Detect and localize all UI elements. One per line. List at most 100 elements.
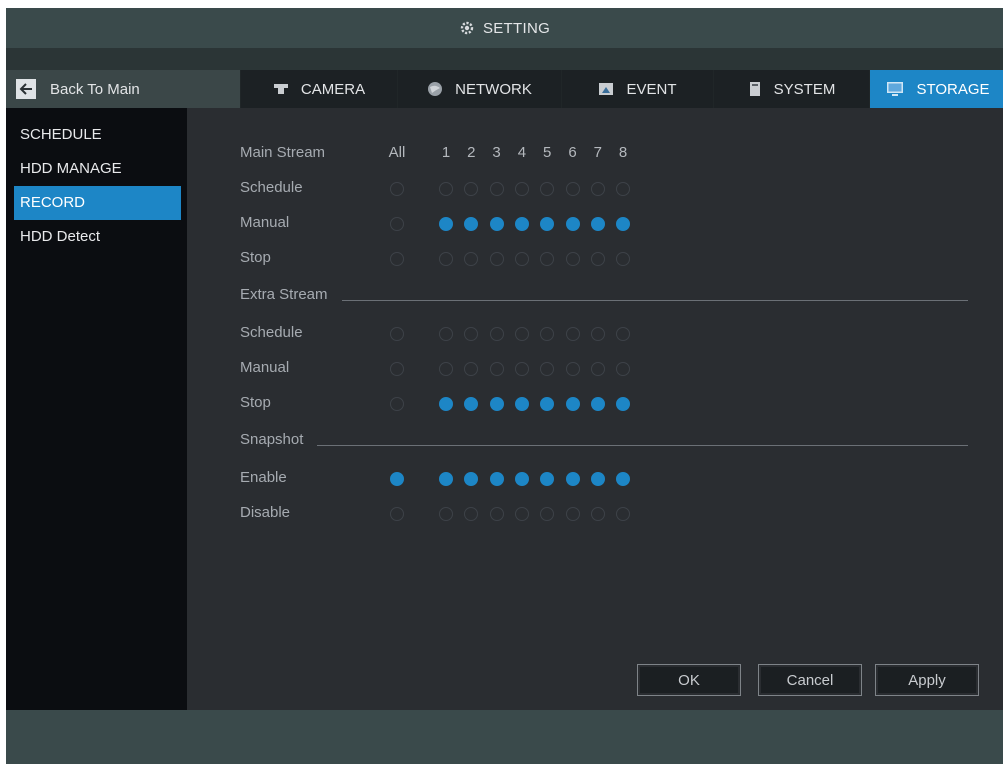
main-stream-schedule-ch6-radio[interactable] [565, 182, 580, 196]
snapshot-disable-ch5-radio[interactable] [540, 507, 555, 521]
extra-stream-manual-ch8-radio[interactable] [616, 362, 631, 376]
globe-icon [427, 81, 443, 97]
snapshot-disable-ch4-radio[interactable] [514, 507, 529, 521]
sidebar-item-schedule[interactable]: SCHEDULE [6, 118, 187, 152]
tab-system[interactable]: SYSTEM [713, 70, 869, 108]
main-stream-stop-ch8-radio[interactable] [616, 252, 631, 266]
snapshot-disable-ch6-radio[interactable] [565, 507, 580, 521]
extra-stream-manual-ch3-radio[interactable] [489, 362, 504, 376]
snapshot-disable-ch7-radio[interactable] [590, 507, 605, 521]
snapshot-enable-ch2-radio[interactable] [464, 472, 479, 486]
tab-event-label: EVENT [626, 80, 677, 98]
snapshot-disable-ch8-radio[interactable] [616, 507, 631, 521]
extra-stream-stop-ch2-radio[interactable] [464, 397, 479, 411]
main-stream-manual-ch1-radio[interactable] [439, 217, 453, 231]
extra-stream-section-label: Extra Stream [240, 286, 328, 303]
main-stream-schedule-ch3-radio[interactable] [489, 182, 504, 196]
extra-stream-schedule-ch7-radio[interactable] [590, 327, 605, 341]
main-stream-manual-ch5-radio[interactable] [540, 217, 555, 231]
extra-stream-section-divider [342, 300, 968, 301]
cancel-button[interactable]: Cancel [758, 664, 862, 696]
snapshot-disable-ch2-radio[interactable] [464, 507, 479, 521]
extra-stream-manual-ch7-radio[interactable] [590, 362, 605, 376]
extra-stream-stop-ch7-radio[interactable] [590, 397, 605, 411]
main-stream-manual-ch6-radio[interactable] [565, 217, 580, 231]
extra-stream-stop-ch4-radio[interactable] [514, 397, 529, 411]
title-bar: SETTING [6, 8, 1003, 48]
main-stream-schedule-ch2-radio[interactable] [464, 182, 479, 196]
extra-stream-manual-ch5-radio[interactable] [540, 362, 555, 376]
main-stream-stop-ch5-radio[interactable] [540, 252, 555, 266]
main-stream-stop-ch2-radio[interactable] [464, 252, 479, 266]
main-stream-manual-ch2-radio[interactable] [464, 217, 479, 231]
main-stream-stop-all-radio[interactable] [390, 252, 404, 266]
snapshot-disable-all-radio[interactable] [390, 507, 404, 521]
tab-camera-label: CAMERA [300, 80, 366, 98]
sidebar-item-hdd-detect[interactable]: HDD Detect [6, 220, 187, 254]
channel-number-5: 5 [543, 144, 552, 161]
snapshot-enable-ch3-radio[interactable] [489, 472, 504, 486]
main-stream-manual-all-radio[interactable] [390, 217, 404, 231]
back-to-main-button[interactable]: Back To Main [6, 70, 186, 108]
snapshot-enable-ch1-radio[interactable] [439, 472, 453, 486]
extra-stream-stop-ch3-radio[interactable] [489, 397, 504, 411]
extra-stream-schedule-ch2-radio[interactable] [464, 327, 479, 341]
main-stream-schedule-ch5-radio[interactable] [540, 182, 555, 196]
snapshot-section: Snapshot [240, 431, 970, 451]
snapshot-enable-ch4-radio[interactable] [514, 472, 529, 486]
extra-stream-stop-ch6-radio[interactable] [565, 397, 580, 411]
main-stream-manual-ch7-radio[interactable] [590, 217, 605, 231]
sidebar-item-record[interactable]: RECORD [14, 186, 181, 220]
tab-event[interactable]: EVENT [561, 70, 713, 108]
channel-number-1: 1 [441, 144, 451, 161]
main-stream-stop-ch4-radio[interactable] [514, 252, 529, 266]
ok-button[interactable]: OK [637, 664, 741, 696]
extra-stream-schedule-ch8-radio[interactable] [616, 327, 631, 341]
channel-number-8: 8 [618, 144, 628, 161]
extra-stream-schedule-ch3-radio[interactable] [489, 327, 504, 341]
snapshot-enable-ch7-radio[interactable] [590, 472, 605, 486]
extra-stream-manual-ch6-radio[interactable] [565, 362, 580, 376]
extra-stream-stop-ch8-radio[interactable] [616, 397, 631, 411]
snapshot-row-enable: Enable [187, 468, 1003, 488]
tab-camera[interactable]: CAMERA [240, 70, 397, 108]
tab-storage[interactable]: STORAGE [869, 70, 1003, 108]
apply-button[interactable]: Apply [875, 664, 979, 696]
extra-stream-stop-all-radio[interactable] [390, 397, 404, 411]
sidebar-item-hdd-manage[interactable]: HDD MANAGE [6, 152, 187, 186]
snapshot-enable-ch6-radio[interactable] [565, 472, 580, 486]
main-stream-manual-ch8-radio[interactable] [616, 217, 631, 231]
extra-stream-schedule-ch5-radio[interactable] [540, 327, 555, 341]
main-stream-stop-ch1-radio[interactable] [439, 252, 453, 266]
main-stream-schedule-ch1-radio[interactable] [439, 182, 453, 196]
dvr-setting-screen: SETTING Back To Main CAMERA NETWORK EVEN… [6, 8, 1003, 764]
extra-stream-stop-ch1-radio[interactable] [439, 397, 453, 411]
extra-stream-manual-all-radio[interactable] [390, 362, 404, 376]
extra-stream-schedule-ch4-radio[interactable] [514, 327, 529, 341]
extra-stream-manual-ch4-radio[interactable] [514, 362, 529, 376]
header-divider [6, 48, 1003, 70]
snapshot-disable-ch3-radio[interactable] [489, 507, 504, 521]
main-stream-stop-ch7-radio[interactable] [590, 252, 605, 266]
main-stream-stop-ch3-radio[interactable] [489, 252, 504, 266]
snapshot-section-label: Snapshot [240, 431, 304, 448]
channel-number-3: 3 [492, 144, 501, 161]
main-stream-schedule-ch4-radio[interactable] [514, 182, 529, 196]
snapshot-enable-all-radio[interactable] [390, 472, 404, 486]
main-stream-schedule-ch7-radio[interactable] [590, 182, 605, 196]
extra-stream-schedule-all-radio[interactable] [390, 327, 404, 341]
extra-stream-stop-ch5-radio[interactable] [540, 397, 555, 411]
extra-stream-schedule-ch6-radio[interactable] [565, 327, 580, 341]
extra-stream-manual-ch2-radio[interactable] [464, 362, 479, 376]
snapshot-enable-ch8-radio[interactable] [616, 472, 631, 486]
tab-network[interactable]: NETWORK [397, 70, 561, 108]
snapshot-disable-ch1-radio[interactable] [439, 507, 453, 521]
extra-stream-manual-ch1-radio[interactable] [439, 362, 453, 376]
main-stream-schedule-ch8-radio[interactable] [616, 182, 631, 196]
extra-stream-schedule-ch1-radio[interactable] [439, 327, 453, 341]
main-stream-manual-ch3-radio[interactable] [489, 217, 504, 231]
snapshot-enable-ch5-radio[interactable] [540, 472, 555, 486]
main-stream-schedule-all-radio[interactable] [390, 182, 404, 196]
main-stream-stop-ch6-radio[interactable] [565, 252, 580, 266]
main-stream-manual-ch4-radio[interactable] [514, 217, 529, 231]
